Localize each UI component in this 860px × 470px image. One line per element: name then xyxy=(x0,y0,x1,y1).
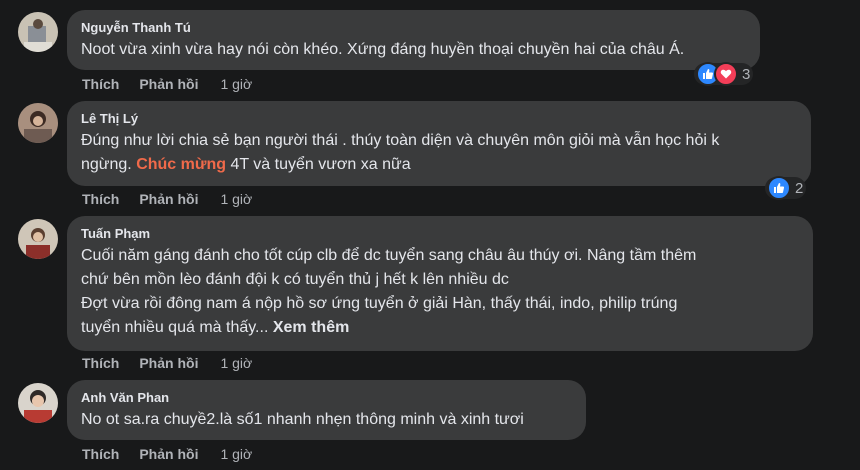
text-fragment: tuyển nhiều quá mà thấy... xyxy=(81,319,269,336)
timestamp[interactable]: 1 giờ xyxy=(220,446,252,462)
comment-actions: Thích Phản hồi 1 giờ xyxy=(82,446,252,462)
comment-author[interactable]: Lê Thị Lý xyxy=(81,110,797,127)
comment-bubble: Lê Thị Lý Đúng như lời chia sẻ bạn người… xyxy=(67,101,811,186)
comment-actions: Thích Phản hồi 1 giờ xyxy=(82,355,252,371)
comment-actions: Thích Phản hồi 1 giờ xyxy=(82,76,252,92)
comment-text: Noot vừa xinh vừa hay nói còn khéo. Xứng… xyxy=(81,41,685,58)
timestamp[interactable]: 1 giờ xyxy=(220,355,252,371)
comment-text-line: Cuối năm gáng đánh cho tốt cúp clb để dc… xyxy=(81,247,697,264)
comment-actions: Thích Phản hồi 1 giờ xyxy=(82,191,252,207)
avatar[interactable] xyxy=(18,103,58,143)
like-button[interactable]: Thích xyxy=(82,191,119,207)
avatar[interactable] xyxy=(18,383,58,423)
text-fragment: ngừng. xyxy=(81,156,137,173)
comment-text: No ot sa.ra chuyề2.là số1 nhanh nhẹn thô… xyxy=(81,411,524,428)
comment-bubble: Nguyễn Thanh Tú Noot vừa xinh vừa hay nó… xyxy=(67,10,760,70)
comment-author[interactable]: Tuấn Phạm xyxy=(81,225,799,242)
comment-bubble: Anh Văn Phan No ot sa.ra chuyề2.là số1 n… xyxy=(67,380,586,440)
reply-button[interactable]: Phản hồi xyxy=(139,446,198,462)
reactions-summary[interactable]: 3 xyxy=(694,62,754,86)
comment-text-line: tuyển nhiều quá mà thấy... Xem thêm xyxy=(81,316,799,340)
comment-text: Đúng như lời chia sẻ bạn người thái . th… xyxy=(81,129,797,177)
comment-author[interactable]: Nguyễn Thanh Tú xyxy=(81,19,746,36)
reply-button[interactable]: Phản hồi xyxy=(139,191,198,207)
avatar[interactable] xyxy=(18,12,58,52)
comment-text: Cuối năm gáng đánh cho tốt cúp clb để dc… xyxy=(81,244,799,340)
comment-text-line: ngừng. Chúc mừng 4T và tuyển vươn xa nữa xyxy=(81,153,797,177)
love-icon xyxy=(714,62,738,86)
timestamp[interactable]: 1 giờ xyxy=(220,191,252,207)
timestamp[interactable]: 1 giờ xyxy=(220,76,252,92)
like-icon xyxy=(767,176,791,200)
like-button[interactable]: Thích xyxy=(82,76,119,92)
comment-text-line: chứ bên mồn lèo đánh đội k có tuyển thủ … xyxy=(81,271,509,288)
avatar[interactable] xyxy=(18,219,58,259)
comment-text-line: Đúng như lời chia sẻ bạn người thái . th… xyxy=(81,132,720,149)
like-button[interactable]: Thích xyxy=(82,446,119,462)
reaction-count: 3 xyxy=(742,65,751,83)
see-more-link[interactable]: Xem thêm xyxy=(273,319,349,336)
comment-author[interactable]: Anh Văn Phan xyxy=(81,389,572,406)
like-button[interactable]: Thích xyxy=(82,355,119,371)
comment-text-line: Đợt vừa rồi đông nam á nộp hồ sơ ứng tuy… xyxy=(81,295,678,312)
reaction-count: 2 xyxy=(795,179,804,197)
highlighted-phrase[interactable]: Chúc mừng xyxy=(136,156,226,173)
reactions-summary[interactable]: 2 xyxy=(765,176,807,200)
reply-button[interactable]: Phản hồi xyxy=(139,76,198,92)
reply-button[interactable]: Phản hồi xyxy=(139,355,198,371)
comment-bubble: Tuấn Phạm Cuối năm gáng đánh cho tốt cúp… xyxy=(67,216,813,351)
text-fragment: 4T và tuyển vươn xa nữa xyxy=(226,156,411,173)
